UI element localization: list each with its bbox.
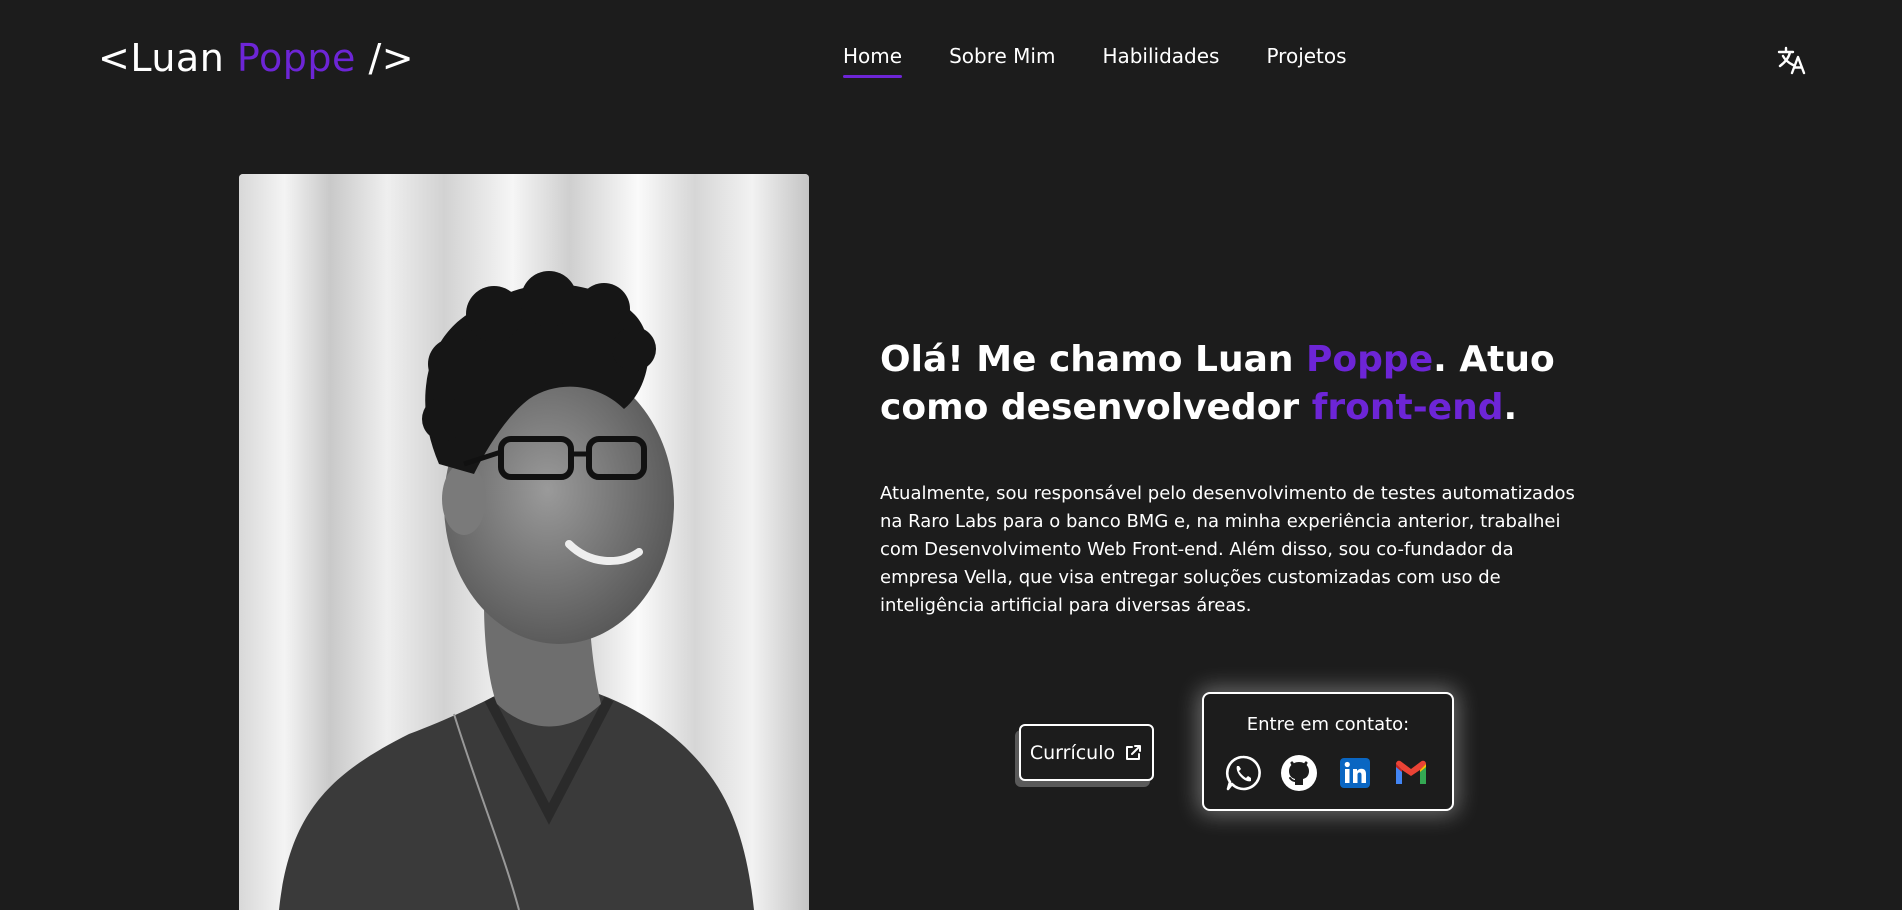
nav-item-projetos[interactable]: Projetos xyxy=(1266,44,1346,68)
hero-description: Atualmente, sou responsável pelo desenvo… xyxy=(880,483,1575,616)
logo-first-name: Luan xyxy=(130,36,225,80)
contact-title: Entre em contato: xyxy=(1246,714,1410,735)
curriculo-label: Currículo xyxy=(1029,741,1116,764)
translate-button[interactable] xyxy=(1776,44,1808,76)
headline-text-1: Olá! Me chamo Luan xyxy=(880,339,1307,380)
headline-text-3: . xyxy=(1503,387,1518,428)
headline-accent-role: front-end xyxy=(1311,387,1504,428)
logo-close-bracket: /> xyxy=(368,36,415,80)
site-logo[interactable]: <Luan Poppe /> xyxy=(98,36,414,80)
logo-last-name: Poppe xyxy=(236,36,356,80)
gmail-icon[interactable] xyxy=(1392,754,1430,792)
translate-icon xyxy=(1777,46,1806,75)
main-nav: Home Sobre Mim Habilidades Projetos xyxy=(843,44,1347,78)
whatsapp-icon[interactable] xyxy=(1224,754,1262,792)
nav-item-sobre-mim[interactable]: Sobre Mim xyxy=(949,44,1055,68)
github-icon[interactable] xyxy=(1280,754,1318,792)
external-link-icon xyxy=(1126,744,1142,760)
portrait-illustration xyxy=(239,174,809,910)
headline-accent-name: Poppe xyxy=(1306,339,1434,380)
curriculo-button[interactable]: Currículo xyxy=(1019,724,1154,781)
logo-open-bracket: < xyxy=(98,36,131,80)
site-header: <Luan Poppe /> Home Sobre Mim Habilidade… xyxy=(0,0,1902,120)
nav-item-home[interactable]: Home xyxy=(843,44,903,78)
profile-photo xyxy=(239,174,809,910)
contact-box: Entre em contato: xyxy=(1202,692,1454,811)
nav-item-habilidades[interactable]: Habilidades xyxy=(1102,44,1219,68)
contact-icons xyxy=(1224,754,1430,792)
hero-headline: Olá! Me chamo Luan Poppe. Atuo como dese… xyxy=(880,336,1600,432)
linkedin-icon[interactable] xyxy=(1336,754,1374,792)
